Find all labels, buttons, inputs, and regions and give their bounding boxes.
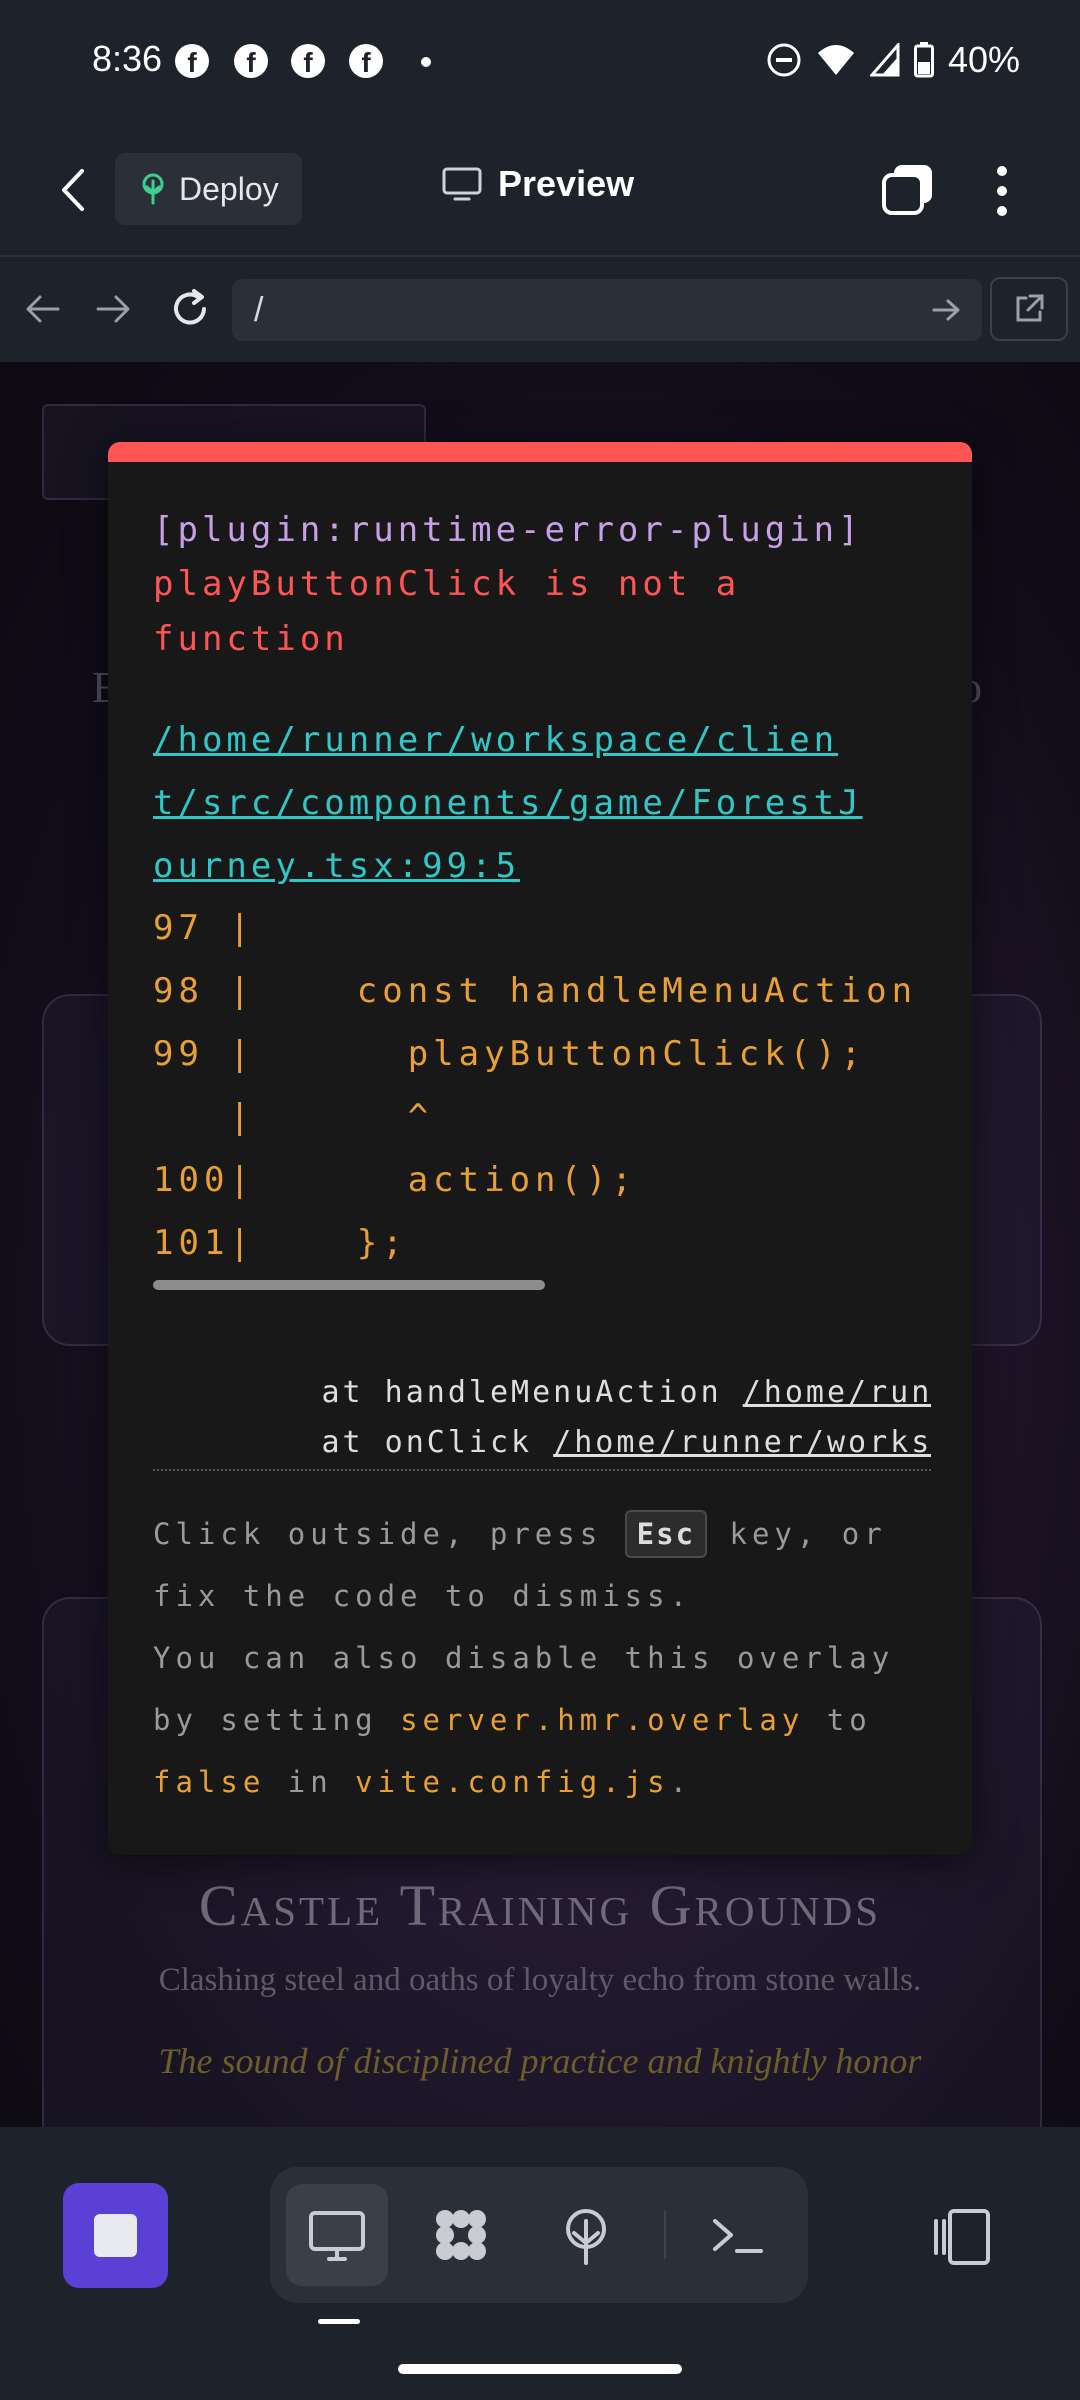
tip-text: in: [265, 1765, 356, 1799]
error-file-link[interactable]: /home/runner/workspace/clien: [153, 720, 838, 760]
deploy-tree-icon: [142, 173, 164, 205]
reload-icon[interactable]: [168, 287, 212, 331]
error-file-link[interactable]: t/src/components/game/ForestJ: [153, 783, 863, 823]
browser-forward-icon[interactable]: [92, 287, 136, 331]
preview-monitor-icon: [309, 2211, 365, 2261]
tip-text: Click outside, press: [153, 1517, 625, 1551]
code-line: 98 | const handleMenuAction = (action: (…: [153, 971, 918, 1011]
page-title: Preview: [498, 163, 635, 204]
code-line: 99 | playButtonClick();: [153, 1034, 867, 1074]
deploy-button[interactable]: Deploy: [115, 153, 302, 225]
more-options-icon[interactable]: [984, 161, 1020, 221]
error-accent-bar: [108, 442, 972, 462]
status-time: 8:36: [92, 38, 163, 79]
vite-error-overlay[interactable]: [plugin:runtime-error-plugin] playButton…: [108, 442, 972, 1855]
castle-subtitle: Clashing steel and oaths of loyalty echo…: [158, 1962, 922, 1998]
monitor-icon: [442, 167, 482, 201]
tip-line: by setting server.hmr.overlay to: [153, 1703, 872, 1737]
divider: [153, 1469, 931, 1471]
tip-line: false in vite.config.js.: [153, 1765, 692, 1799]
code-line: 101| };: [153, 1223, 408, 1263]
stop-button[interactable]: [63, 2183, 168, 2288]
stack-frame: at onClick /home/runner/workspace/client…: [153, 1390, 931, 1495]
back-arrow-icon[interactable]: [52, 165, 96, 215]
code-line: | ^: [153, 1097, 434, 1137]
tip-text: .: [669, 1765, 693, 1799]
toolbar-separator: [664, 2211, 666, 2259]
facebook-icon: f: [349, 44, 383, 78]
tip-text: by setting: [153, 1703, 401, 1737]
panel-toggle-icon[interactable]: [930, 2207, 994, 2267]
tip-code: server.hmr.overlay: [400, 1703, 805, 1737]
status-bar: 8:36 f f f f 40%: [0, 0, 1080, 125]
code-line: 97 |: [153, 908, 255, 948]
status-right: 40%: [766, 38, 1020, 82]
tip-code: vite.config.js: [355, 1765, 670, 1799]
facebook-icon: f: [175, 44, 209, 78]
browser-url-bar: /: [0, 257, 1080, 364]
app-bar: Deploy Preview: [0, 125, 1080, 257]
go-arrow-icon[interactable]: [930, 293, 964, 327]
do-not-disturb-icon: [767, 43, 801, 77]
notification-dot-icon: [421, 57, 431, 67]
tip-line: Click outside, press Esc key, or: [153, 1510, 887, 1558]
url-input[interactable]: /: [232, 279, 982, 341]
external-link-icon: [1016, 294, 1044, 322]
wifi-icon: [817, 45, 854, 75]
home-indicator[interactable]: [398, 2364, 682, 2374]
battery-percent: 40%: [947, 39, 1020, 80]
plugin-name: [plugin:runtime-error-plugin]: [153, 510, 863, 550]
terminal-icon: [713, 2219, 763, 2253]
bottom-toolbar: [0, 2127, 1080, 2400]
stack-prefix: at onClick: [237, 1425, 554, 1460]
battery-icon: [913, 42, 934, 78]
tip-text: to: [804, 1703, 872, 1737]
deploy-tree-icon: [566, 2209, 606, 2265]
open-in-new-tab-button[interactable]: [990, 277, 1068, 341]
error-message-line: function: [153, 619, 349, 659]
workspace-tool-button[interactable]: [410, 2184, 512, 2286]
signal-icon: [869, 43, 900, 77]
tip-code: false: [153, 1765, 266, 1799]
browser-back-icon[interactable]: [20, 287, 64, 331]
facebook-icon: f: [234, 44, 268, 78]
tip-text: key, or: [707, 1517, 887, 1551]
tip-line: You can also disable this overlay: [153, 1641, 895, 1675]
stop-icon: [94, 2214, 137, 2257]
esc-key-badge: Esc: [624, 1510, 708, 1558]
deploy-label: Deploy: [179, 170, 279, 207]
error-file-link[interactable]: ourney.tsx:99:5: [153, 846, 520, 886]
active-tab-indicator: [318, 2319, 360, 2324]
tool-switcher: [270, 2167, 808, 2303]
facebook-icon: f: [291, 44, 325, 78]
terminal-tool-button[interactable]: [686, 2184, 788, 2286]
code-scrollbar[interactable]: [153, 1280, 545, 1290]
workspace-dots-icon: [436, 2210, 486, 2260]
tip-line: fix the code to dismiss.: [153, 1579, 693, 1613]
preview-tool-button[interactable]: [286, 2184, 388, 2286]
error-message-line: playButtonClick is not a: [153, 564, 741, 604]
window-switch-icon[interactable]: [880, 161, 936, 217]
stack-link[interactable]: /home/runner/workspace/client/src/compon…: [553, 1425, 931, 1460]
deploy-tool-button[interactable]: [535, 2184, 637, 2286]
preview-tab[interactable]: Preview: [442, 163, 634, 205]
code-frame[interactable]: 97 | 98 | const handleMenuAction = (acti…: [153, 902, 931, 1282]
castle-flavor-text: The sound of disciplined practice and kn…: [158, 2041, 922, 2081]
url-path: /: [254, 291, 264, 329]
code-line: 100| action();: [153, 1160, 637, 1200]
castle-title: Castle Training Grounds: [198, 1873, 882, 1938]
